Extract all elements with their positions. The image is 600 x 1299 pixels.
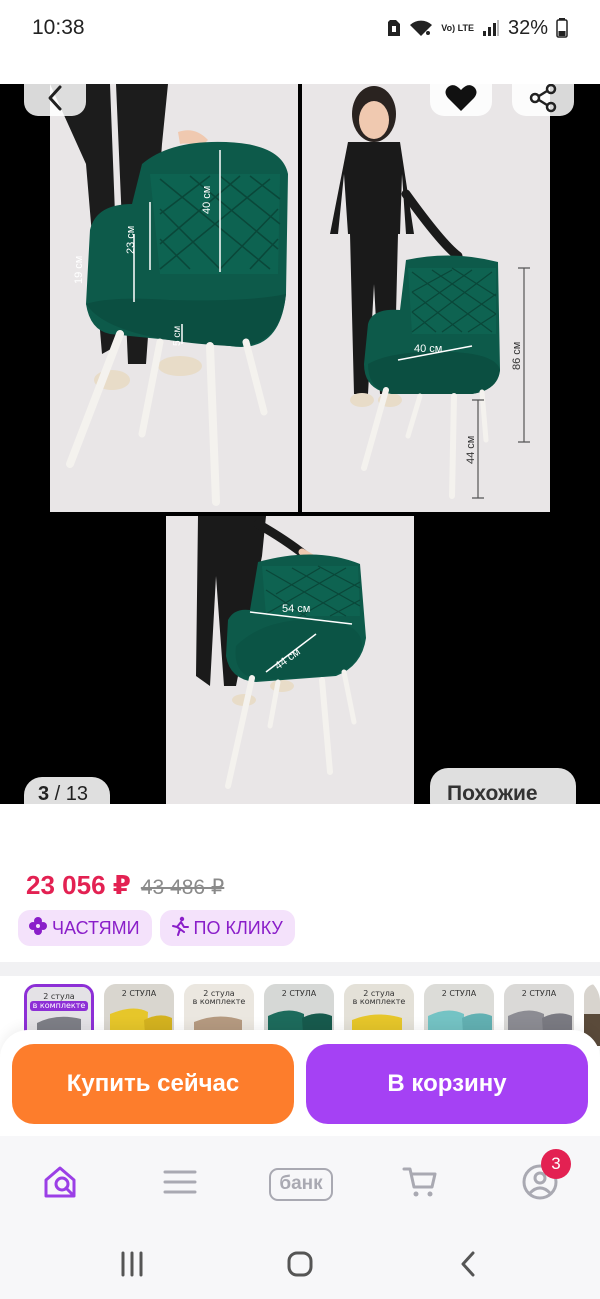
dimension-label: 44 см [465, 436, 477, 464]
share-button[interactable] [512, 84, 574, 116]
home-search-icon [42, 1164, 82, 1205]
thumbnail-caption: 2 СТУЛА [441, 989, 477, 998]
thumbnail-caption: 2 СТУЛА [281, 989, 317, 998]
back-arrow-icon [458, 1250, 478, 1283]
bank-logo: банк [269, 1167, 333, 1201]
wifi-icon [409, 19, 433, 37]
recents-icon [119, 1251, 145, 1282]
price-old: 43 486 ₽ [140, 876, 225, 899]
buy-now-button[interactable]: Купить сейчас [12, 1044, 294, 1124]
installments-badge-label: ЧАСТЯМИ [52, 917, 140, 938]
similar-button[interactable]: Похожие [430, 768, 576, 804]
add-to-cart-button[interactable]: В корзину [306, 1044, 588, 1124]
purchase-action-bar: Купить сейчас В корзину [0, 1030, 600, 1136]
price-current: 23 056 ₽ [26, 870, 131, 900]
one-click-badge[interactable]: ПО КЛИКУ [159, 910, 295, 946]
chevron-left-icon [45, 84, 65, 117]
status-bar: 10:38 Vo) LTE 32% [0, 0, 600, 56]
chair-photo-illustration-1: 40 см 23 см 19 см 5 см [50, 84, 298, 512]
one-click-badge-label: ПО КЛИКУ [193, 917, 283, 938]
thumbnail-caption: в комплекте [29, 1001, 89, 1011]
product-gallery[interactable]: 40 см 23 см 19 см 5 см 40 см 86 см 44 см… [0, 84, 600, 804]
price-card: 23 056 ₽ 43 486 ₽ ЧАСТЯМИ ПО КЛИКУ [0, 804, 600, 962]
home-button[interactable] [276, 1246, 324, 1286]
flower-icon [28, 916, 48, 941]
thumbnail-caption: 2 СТУЛА [121, 989, 157, 998]
dimension-label: 23 см [125, 226, 137, 254]
dimension-label: 40 см [201, 186, 213, 214]
volte-indicator: Vo) LTE [441, 22, 474, 33]
favorite-button[interactable] [430, 84, 492, 116]
dimension-label: 19 см [73, 256, 85, 284]
dimension-label: 5 см [172, 326, 183, 346]
payment-badges: ЧАСТЯМИ ПО КЛИКУ [18, 910, 295, 946]
installments-badge[interactable]: ЧАСТЯМИ [18, 910, 152, 946]
dimension-label: 40 см [414, 343, 442, 355]
tab-bank[interactable]: банк [262, 1160, 340, 1208]
heart-icon [445, 84, 477, 117]
battery-level: 32% [507, 16, 548, 39]
menu-icon [163, 1168, 197, 1201]
dimension-label: 54 см [282, 603, 310, 615]
chair-photo-illustration-2: 40 см 86 см 44 см [302, 84, 550, 512]
system-back-button[interactable] [444, 1246, 492, 1286]
signal-icon [482, 19, 500, 37]
tab-home[interactable] [32, 1160, 92, 1208]
share-icon [528, 84, 558, 118]
status-time: 10:38 [32, 16, 85, 39]
profile-notification-badge: 3 [541, 1149, 571, 1179]
dimension-label: 86 см [511, 342, 523, 370]
thumbnail-caption: в комплекте [352, 997, 406, 1006]
battery-icon [556, 18, 568, 38]
sim-icon [387, 19, 401, 37]
tab-catalog[interactable] [150, 1160, 210, 1208]
tab-cart[interactable] [390, 1160, 450, 1208]
price-row: 23 056 ₽ 43 486 ₽ [26, 870, 224, 901]
system-navigation-bar [0, 1232, 600, 1299]
section-divider [0, 962, 600, 976]
status-icons: Vo) LTE 32% [387, 17, 568, 40]
thumbnail-caption: 2 СТУЛА [521, 989, 557, 998]
image-counter-total: / 13 [49, 783, 89, 804]
product-photo-side: 40 см 86 см 44 см [302, 84, 550, 512]
thumbnail-caption: 2 стула [43, 992, 75, 1001]
thumbnail-caption: в комплекте [192, 997, 246, 1006]
bottom-tab-bar: банк [0, 1136, 600, 1232]
back-button[interactable] [24, 84, 86, 116]
home-icon [286, 1250, 314, 1283]
image-counter: 3 / 13 [24, 777, 110, 804]
product-photo-top: 54 см 44 см [166, 516, 414, 804]
image-counter-current: 3 [38, 783, 50, 804]
product-photo-front: 40 см 23 см 19 см 5 см [50, 84, 298, 512]
recents-button[interactable] [108, 1246, 156, 1286]
running-person-icon [170, 916, 190, 941]
chair-photo-illustration-3: 54 см 44 см [166, 516, 414, 804]
cart-icon [402, 1165, 438, 1204]
